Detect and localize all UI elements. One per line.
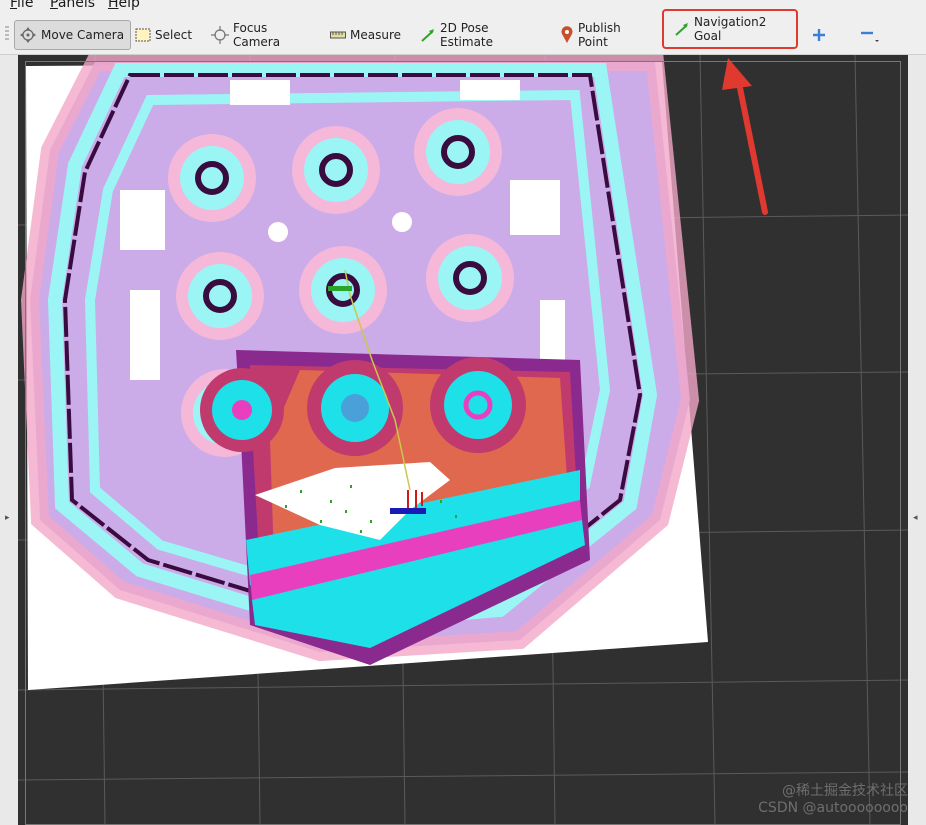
costmap-render xyxy=(18,55,908,825)
pose-arrow-icon xyxy=(421,29,434,42)
watermark-line2: CSDN @autoooooooo xyxy=(758,800,908,816)
menu-file[interactable]: File xyxy=(10,0,33,11)
remove-tool-button[interactable] xyxy=(855,20,885,50)
toolbar-grip[interactable] xyxy=(5,26,9,42)
add-tool-button[interactable] xyxy=(808,20,832,50)
focus-camera-button[interactable]: Focus Camera xyxy=(207,20,311,50)
nav-goal-arrow-icon xyxy=(675,23,688,36)
expand-right-icon: ◂ xyxy=(913,513,918,523)
annotation-arrow xyxy=(722,58,768,215)
rviz-3d-viewport[interactable] xyxy=(18,55,908,825)
2d-pose-estimate-button[interactable]: 2D Pose Estimate xyxy=(416,20,540,50)
right-dock-handle[interactable]: ◂ xyxy=(908,55,926,825)
measure-button[interactable]: Measure xyxy=(326,20,401,50)
watermark-line1: @稀土掘金技术社区 xyxy=(782,783,908,799)
map-pin-icon xyxy=(561,26,573,43)
move-camera-button[interactable]: Move Camera xyxy=(14,20,131,50)
plus-icon xyxy=(813,29,825,41)
menu-help[interactable]: Help xyxy=(108,0,140,11)
navigation2-goal-button[interactable]: Navigation2 Goal xyxy=(662,9,798,49)
tools-toolbar: Move Camera Select Focus Camera Measure … xyxy=(0,9,926,55)
focus-camera-icon xyxy=(211,26,229,44)
expand-left-icon: ▸ xyxy=(5,513,10,523)
left-dock-handle[interactable]: ▸ xyxy=(0,55,18,825)
select-button[interactable]: Select xyxy=(131,20,192,50)
ruler-icon xyxy=(330,31,346,39)
menu-panels[interactable]: Panels xyxy=(50,0,95,11)
move-camera-icon xyxy=(20,27,36,43)
publish-point-button[interactable]: Publish Point xyxy=(556,20,656,50)
minus-icon xyxy=(861,31,879,42)
select-icon xyxy=(135,28,151,42)
